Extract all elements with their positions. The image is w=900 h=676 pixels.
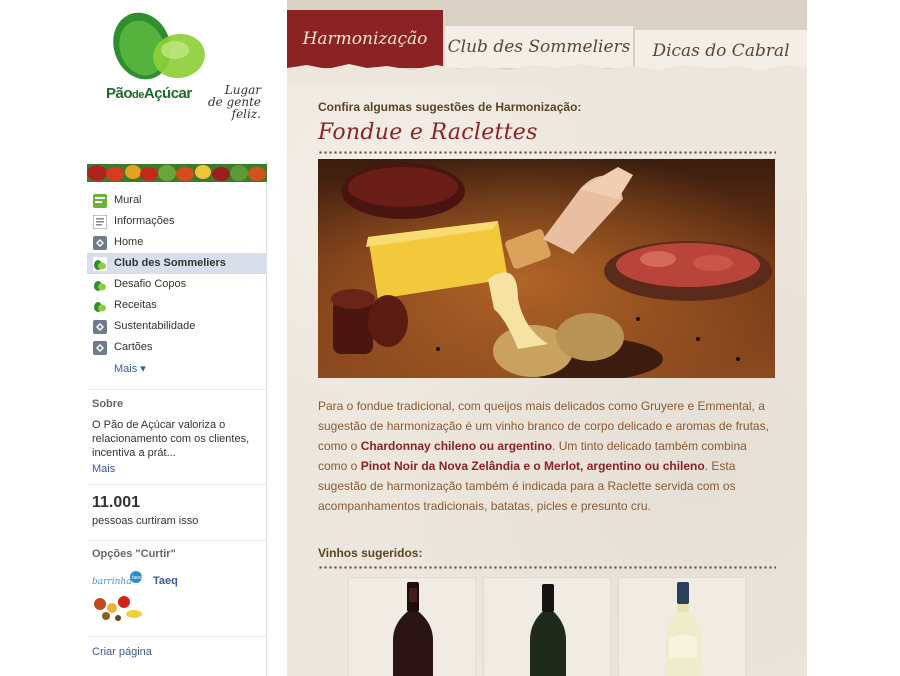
likes-count: 11.001 bbox=[92, 494, 141, 511]
pairing-description: Para o fondue tradicional, com queijos m… bbox=[318, 399, 769, 513]
nav-item-receitas[interactable]: Receitas bbox=[87, 295, 267, 316]
wall-icon bbox=[93, 193, 107, 208]
pao-de-acucar-app-icon bbox=[93, 298, 107, 313]
divider bbox=[87, 484, 267, 485]
raclette-photo bbox=[318, 159, 775, 378]
brand-name: PãodeAçúcar bbox=[106, 85, 192, 102]
nav-item-mural[interactable]: Mural bbox=[87, 190, 267, 211]
dotted-divider bbox=[318, 151, 776, 154]
about-more-link[interactable]: Mais bbox=[92, 463, 115, 475]
divider bbox=[87, 389, 267, 390]
red-wine-bottle-image bbox=[393, 582, 433, 676]
svg-text:barrinha: barrinha bbox=[92, 577, 132, 587]
left-sidebar: PãodeAçúcar Lugar de gente feliz. Mural … bbox=[87, 0, 267, 676]
about-title: Sobre bbox=[92, 398, 124, 410]
taeq-logo-icon: barrinha taeq bbox=[92, 571, 142, 621]
pao-de-acucar-app-icon bbox=[93, 256, 107, 271]
section-heading: Fondue e Raclettes bbox=[318, 120, 538, 145]
raclette-photo-image bbox=[318, 159, 775, 378]
app-icon bbox=[93, 235, 107, 250]
pao-de-acucar-mark-icon bbox=[113, 12, 205, 80]
dotted-divider bbox=[318, 566, 776, 569]
wine-bottle-card[interactable] bbox=[618, 577, 746, 676]
suggested-wines-title: Vinhos sugeridos: bbox=[318, 546, 423, 560]
wine-bottle-card[interactable] bbox=[348, 577, 476, 676]
about-text: O Pão de Açúcar valoriza o relacionament… bbox=[92, 419, 250, 459]
nav-item-cartoes[interactable]: Cartões bbox=[87, 337, 267, 358]
pao-de-acucar-app-icon bbox=[93, 277, 107, 292]
nav-item-desafio-copos[interactable]: Desafio Copos bbox=[87, 274, 267, 295]
nav-item-sustentabilidade[interactable]: Sustentabilidade bbox=[87, 316, 267, 337]
brand-tagline: Lugar de gente feliz. bbox=[207, 83, 261, 121]
wine-bottle-list bbox=[318, 577, 776, 676]
app-icon bbox=[93, 340, 107, 355]
torn-paper-edge bbox=[287, 64, 807, 84]
like-options-title: Opções "Curtir" bbox=[92, 548, 176, 560]
divider bbox=[87, 540, 267, 541]
divider bbox=[87, 636, 267, 637]
tab-bar: Harmonização Club des Sommeliers Dicas d… bbox=[287, 0, 807, 84]
taeq-page-link[interactable]: Taeq bbox=[153, 575, 178, 587]
info-icon bbox=[93, 214, 107, 229]
nav-more-link[interactable]: Mais ▾ bbox=[114, 362, 146, 375]
page-nav: Mural Informações Home Club des Sommelie… bbox=[87, 190, 267, 358]
nav-item-club-des-sommeliers[interactable]: Club des Sommeliers bbox=[87, 253, 267, 274]
taeq-page-logo[interactable]: barrinha taeq bbox=[92, 570, 144, 622]
svg-text:taeq: taeq bbox=[132, 575, 142, 581]
white-wine-bottle-image bbox=[665, 582, 701, 676]
nav-item-informacoes[interactable]: Informações bbox=[87, 211, 267, 232]
red-wine-bottle-image bbox=[530, 584, 566, 676]
create-page-link[interactable]: Criar página bbox=[92, 646, 152, 658]
harmonization-content: Confira algumas sugestões de Harmonizaçã… bbox=[318, 100, 776, 676]
pao-de-acucar-logo[interactable]: PãodeAçúcar Lugar de gente feliz. bbox=[87, 0, 267, 160]
nav-item-home[interactable]: Home bbox=[87, 232, 267, 253]
app-canvas: Harmonização Club des Sommeliers Dicas d… bbox=[287, 0, 807, 676]
likes-label: pessoas curtiram isso bbox=[92, 515, 199, 527]
app-icon bbox=[93, 319, 107, 334]
produce-strip-image bbox=[87, 164, 267, 182]
intro-text: Confira algumas sugestões de Harmonizaçã… bbox=[318, 100, 582, 114]
wine-bottle-card[interactable] bbox=[483, 577, 611, 676]
tab-harmonizacao[interactable]: Harmonização bbox=[287, 10, 443, 68]
